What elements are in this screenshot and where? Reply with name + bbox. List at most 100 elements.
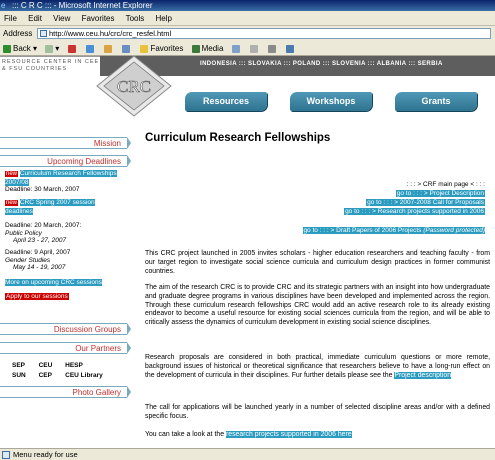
home-button[interactable] (104, 41, 114, 56)
sidebar-discussion-groups[interactable]: Discussion Groups (0, 323, 131, 335)
paragraph-projects: You can take a look at the research proj… (145, 431, 352, 438)
address-url: http://www.ceu.hu/crc/crc_resfel.html (49, 29, 172, 38)
more-sessions-link[interactable]: More on upcoming CRC sessions (5, 279, 102, 286)
search-icon (122, 44, 131, 53)
refresh-button[interactable] (85, 41, 96, 56)
deadline-link-spring[interactable]: CRC Spring 2007 session deadlines (5, 199, 95, 215)
resource-center-strip: RESOURCE CENTER IN CEE & FSU COUNTRIES (0, 56, 100, 76)
draft-papers-link[interactable]: go to : : : > Draft Papers of 2006 Proje… (303, 227, 485, 234)
project-description-inline-link[interactable]: Project description (394, 371, 452, 379)
home-icon (104, 44, 112, 53)
print-button[interactable] (268, 41, 278, 56)
history-icon (231, 44, 240, 53)
menu-file[interactable]: File (4, 14, 17, 23)
status-text: Menu ready for use (13, 450, 78, 459)
deadline-item: new Curriculum Research Fellowships 2007… (5, 170, 123, 194)
more-sessions-item: More on upcoming CRC sessions (5, 279, 123, 287)
nav-resources-button[interactable]: Resources (185, 92, 267, 111)
history-button[interactable] (231, 41, 242, 56)
partner-cep[interactable]: CEP (39, 372, 64, 380)
apply-item: Apply to our sessions (5, 293, 123, 301)
session-dates: May 14 - 19, 2007 (13, 264, 66, 271)
sidebar-our-partners: Our Partners (0, 342, 131, 354)
address-label: Address (3, 29, 33, 38)
partner-sep[interactable]: SEP (12, 362, 37, 370)
back-arrow-icon (3, 44, 11, 53)
partner-sun[interactable]: SUN (12, 372, 37, 380)
refresh-icon (85, 44, 94, 53)
new-badge: new (5, 171, 19, 177)
sidebar-upcoming-deadlines: Upcoming Deadlines (0, 155, 131, 167)
new-badge: new (5, 200, 19, 206)
menu-tools[interactable]: Tools (126, 14, 145, 23)
page-icon (40, 30, 47, 37)
edit-button[interactable] (286, 41, 296, 56)
partner-ceu-library[interactable]: CEU Library (65, 372, 118, 380)
deadline-item: Deadline: 20 March, 2007: Public Policy … (5, 222, 123, 245)
deadline-date: Deadline: 9 April, 2007 (5, 249, 71, 256)
deadline-item: new CRC Spring 2007 session deadlines (5, 199, 123, 215)
paragraph-intro: This CRC project launched in 2005 invite… (145, 250, 490, 275)
logo-text: CRC (117, 77, 151, 96)
countries-strip: INDONESIA ::: SLOVAKIA ::: POLAND ::: SL… (200, 61, 443, 67)
status-bar: Menu ready for use (0, 448, 495, 460)
resource-center-text: RESOURCE CENTER IN CEE & FSU COUNTRIES (2, 59, 100, 72)
page-title: Curriculum Research Fellowships (145, 132, 331, 144)
paragraph-call: The call for applications will be launch… (145, 404, 490, 420)
mail-icon (249, 44, 258, 53)
menu-view[interactable]: View (53, 14, 70, 23)
partner-ceu[interactable]: CEU (39, 362, 64, 370)
menu-edit[interactable]: Edit (28, 14, 42, 23)
page-content: RESOURCE CENTER IN CEE & FSU COUNTRIES I… (0, 56, 495, 448)
session-dates: April 23 - 27, 2007 (13, 237, 67, 244)
ie-logo-icon: e (1, 1, 6, 10)
sidebar: Mission Upcoming Deadlines new Curriculu… (0, 131, 131, 448)
partner-hesp[interactable]: HESP (65, 362, 118, 370)
menu-bar: File Edit View Favorites Tools Help (0, 11, 495, 26)
favorites-button[interactable]: Favorites (140, 41, 183, 56)
mail-button[interactable] (249, 41, 260, 56)
stop-icon (67, 44, 76, 53)
menu-help[interactable]: Help (156, 14, 172, 23)
deadline-link-crf[interactable]: Curriculum Research Fellowships 2007/08 (5, 170, 117, 186)
deadline-date: Deadline: 20 March, 2007: (5, 222, 82, 229)
window-title: ::: C R C ::: - Microsoft Internet Explo… (12, 1, 153, 10)
session-name: Public Policy (5, 229, 42, 237)
back-button[interactable]: Back ▾ (3, 41, 37, 56)
edit-icon (286, 44, 295, 53)
projects-2006-inline-link[interactable]: research projects supported in 2006 here (225, 431, 352, 438)
print-icon (268, 44, 277, 53)
apply-sessions-link[interactable]: Apply to our sessions (5, 293, 69, 300)
sidebar-photo-gallery[interactable]: Photo Gallery (0, 386, 131, 398)
nav-grants-button[interactable]: Grants (395, 92, 477, 111)
page-icon (2, 451, 10, 459)
password-note: (Password protected) (423, 227, 485, 234)
menu-favorites[interactable]: Favorites (82, 14, 115, 23)
address-bar: Address http://www.ceu.hu/crc/crc_resfel… (0, 26, 495, 41)
media-button[interactable]: Media (191, 41, 223, 56)
media-icon (191, 44, 200, 53)
draft-papers-line: go to : : : > Draft Papers of 2006 Proje… (235, 227, 485, 234)
title-bar: e ::: C R C ::: - Microsoft Internet Exp… (0, 0, 495, 11)
deadline-item: Deadline: 9 April, 2007 Gender Studies M… (5, 249, 123, 272)
header-band: RESOURCE CENTER IN CEE & FSU COUNTRIES I… (0, 56, 495, 76)
star-icon (140, 44, 149, 53)
stop-button[interactable] (67, 41, 78, 56)
sidebar-mission[interactable]: Mission (0, 137, 131, 149)
search-button[interactable] (122, 41, 132, 56)
nav-workshops-button[interactable]: Workshops (290, 92, 372, 111)
project-description-link[interactable]: go to : : : > Project Description (395, 190, 485, 197)
projects-2006-link[interactable]: go to : : : > Research projects supporte… (344, 208, 485, 215)
paragraph-proposals: Research proposals are considered in bot… (145, 354, 490, 379)
partners-table: SEP CEU HESP SUN CEP CEU Library (10, 360, 120, 382)
session-name: Gender Studies (5, 256, 51, 264)
address-input[interactable]: http://www.ceu.hu/crc/crc_resfel.html (37, 28, 491, 39)
paragraph-aim: The aim of the research CRC is to provid… (145, 284, 490, 327)
deadline-date: Deadline: 30 March, 2007 (5, 186, 80, 193)
crc-logo[interactable]: CRC (95, 56, 173, 118)
call-for-proposals-link[interactable]: go to : : : > 2007-2008 Call for Proposa… (366, 199, 485, 206)
forward-arrow-icon (45, 44, 54, 53)
crf-main-page-link[interactable]: : : : > CRF main page < : : : (235, 180, 485, 189)
toolbar: Back ▾ ▾ Favorites Media (0, 41, 495, 56)
forward-button[interactable]: ▾ (45, 41, 59, 56)
